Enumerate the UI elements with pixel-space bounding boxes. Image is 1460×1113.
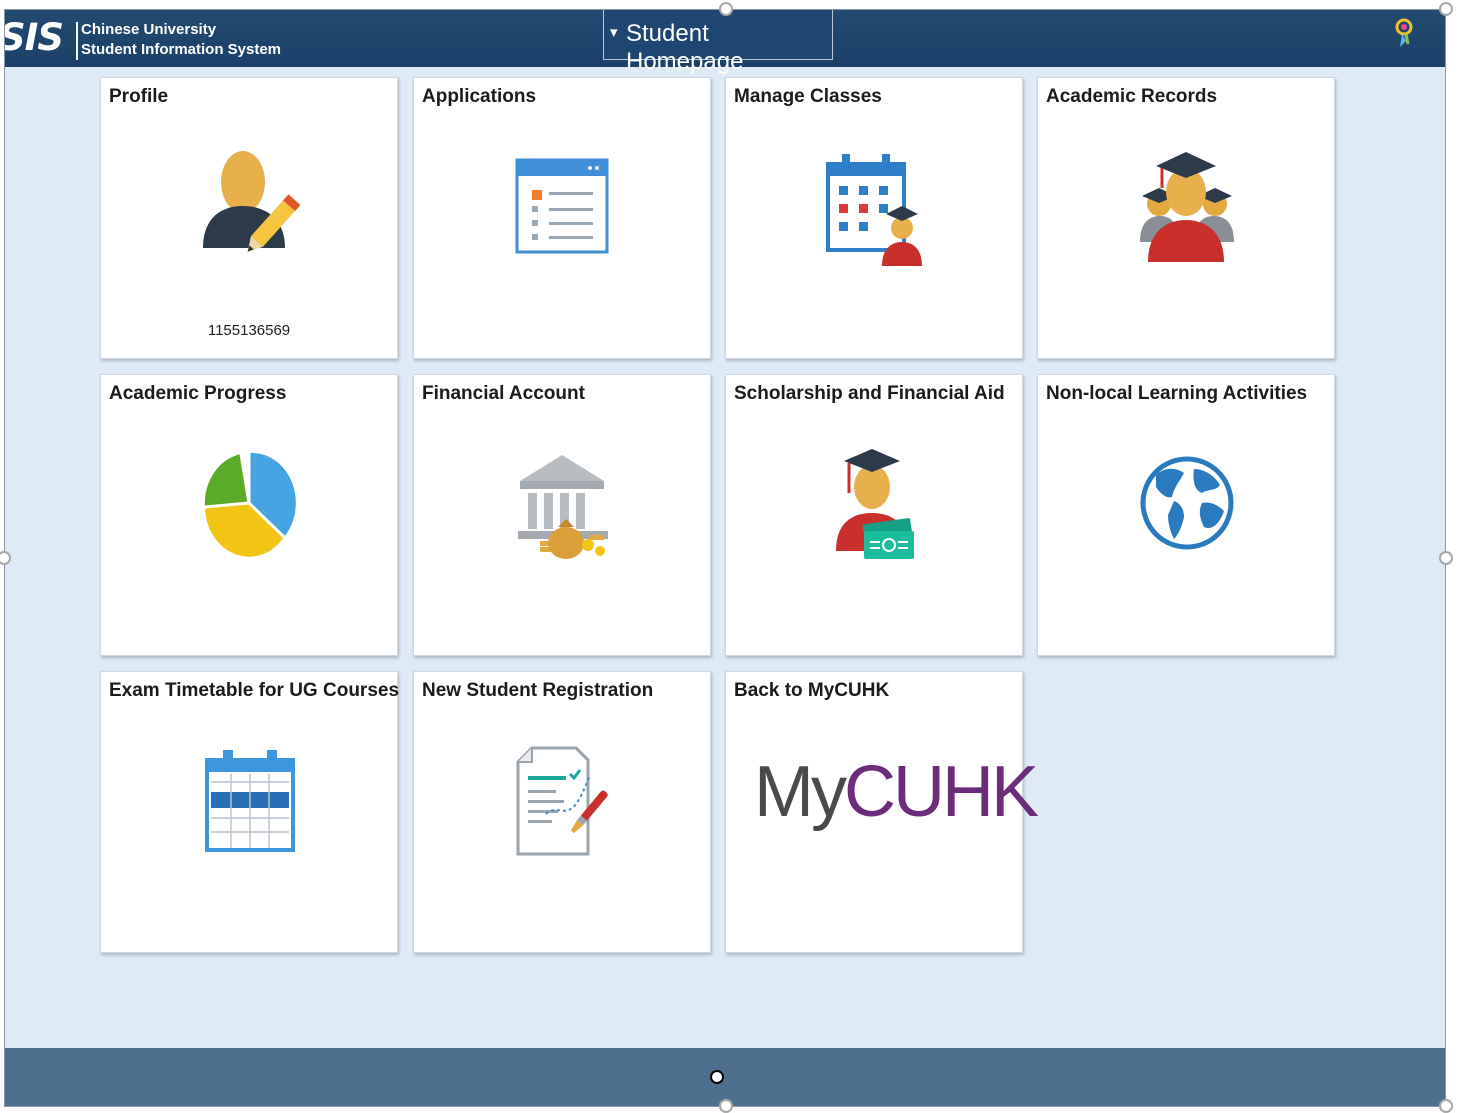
pie-chart-icon (204, 452, 296, 557)
tile-manage-classes[interactable]: Manage Classes (725, 77, 1023, 359)
footer-bar (5, 1048, 1445, 1106)
org-name: Chinese University (81, 21, 217, 38)
tile-academic-progress[interactable]: Academic Progress (100, 374, 398, 656)
graduates-icon (1140, 152, 1234, 262)
homepage-dropdown[interactable]: ▾ Student Homepage (603, 10, 833, 75)
dropdown-caret-icon: ▾ (610, 24, 618, 41)
graduate-cash-icon (836, 449, 914, 559)
logo-divider (76, 22, 78, 60)
timetable-icon (205, 750, 295, 852)
tile-applications[interactable]: Applications (413, 77, 711, 359)
bank-money-icon (518, 455, 608, 559)
application-form-icon (515, 158, 609, 254)
profile-edit-icon (203, 151, 301, 252)
globe-icon (1140, 456, 1234, 550)
tile-title: Back to MyCUHK (734, 680, 890, 701)
mycuhk-logo-cuhk: CUHK (843, 752, 1039, 832)
mycuhk-logo: MyCUHK (754, 750, 1039, 834)
tile-scholarship[interactable]: Scholarship and Financial Aid (725, 374, 1023, 656)
tile-exam-timetable[interactable]: Exam Timetable for UG Courses (100, 671, 399, 953)
app-frame: SIS Chinese University Student Informati… (4, 9, 1446, 1107)
system-name: Student Information System (81, 41, 282, 58)
student-id: 1155136569 (207, 322, 291, 339)
tile-new-student-registration[interactable]: New Student Registration (413, 671, 711, 953)
tile-academic-records[interactable]: Academic Records (1037, 77, 1335, 359)
tile-back-to-mycuhk[interactable]: Back to MyCUHK MyCUHK (725, 671, 1039, 953)
footer-indicator (710, 1070, 724, 1084)
resize-handle-top[interactable] (719, 2, 733, 16)
navbar-icon[interactable] (1393, 16, 1415, 50)
homepage-label: Student Homepage (626, 20, 744, 75)
mycuhk-logo-my: My (754, 752, 847, 832)
resize-handle-top-right[interactable] (1439, 2, 1453, 16)
tile-profile[interactable]: Profile 1155136569 (100, 77, 398, 359)
tile-financial-account[interactable]: Financial Account (413, 374, 711, 656)
class-calendar-icon (826, 154, 922, 266)
header-bar: SIS Chinese University Student Informati… (4, 10, 1445, 75)
registration-form-icon (516, 746, 608, 856)
sis-logo: SIS (4, 16, 64, 59)
resize-handle-right[interactable] (1439, 551, 1453, 565)
tile-non-local-learning[interactable]: Non-local Learning Activities (1037, 374, 1335, 656)
